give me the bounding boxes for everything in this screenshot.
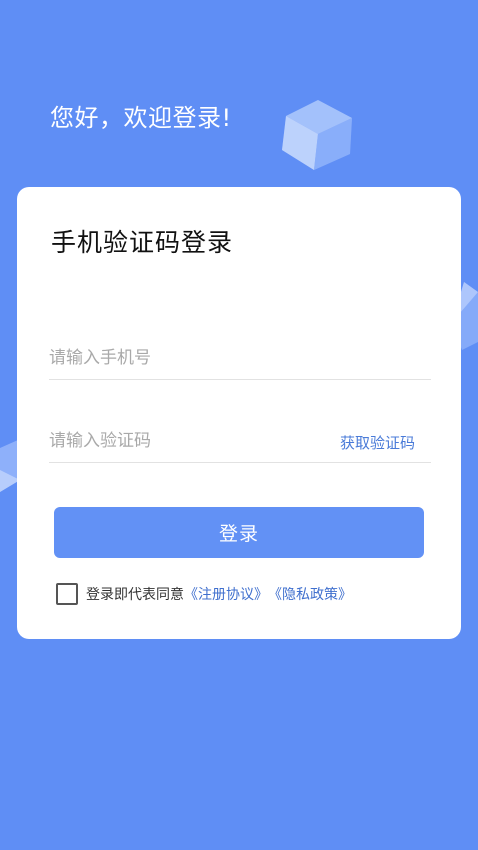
login-card: 手机验证码登录 获取验证码 登录 登录即代表同意 《注册协议》 《隐私政策》 [17,187,461,639]
get-code-button[interactable]: 获取验证码 [340,432,415,453]
phone-field [49,339,431,380]
agreement-checkbox[interactable] [56,583,78,605]
verification-code-input[interactable] [49,422,319,460]
cube-decoration-top [282,100,352,170]
welcome-greeting: 您好，欢迎登录! [50,104,232,132]
phone-input[interactable] [49,339,431,377]
privacy-policy-link[interactable]: 《隐私政策》 [268,584,352,604]
code-field: 获取验证码 [49,422,431,463]
agreement-text: 登录即代表同意 [86,587,184,603]
card-title: 手机验证码登录 [51,228,234,257]
login-button[interactable]: 登录 [54,507,424,558]
agreement-row: 登录即代表同意 《注册协议》 《隐私政策》 [56,582,352,606]
register-agreement-link[interactable]: 《注册协议》 [184,584,268,604]
